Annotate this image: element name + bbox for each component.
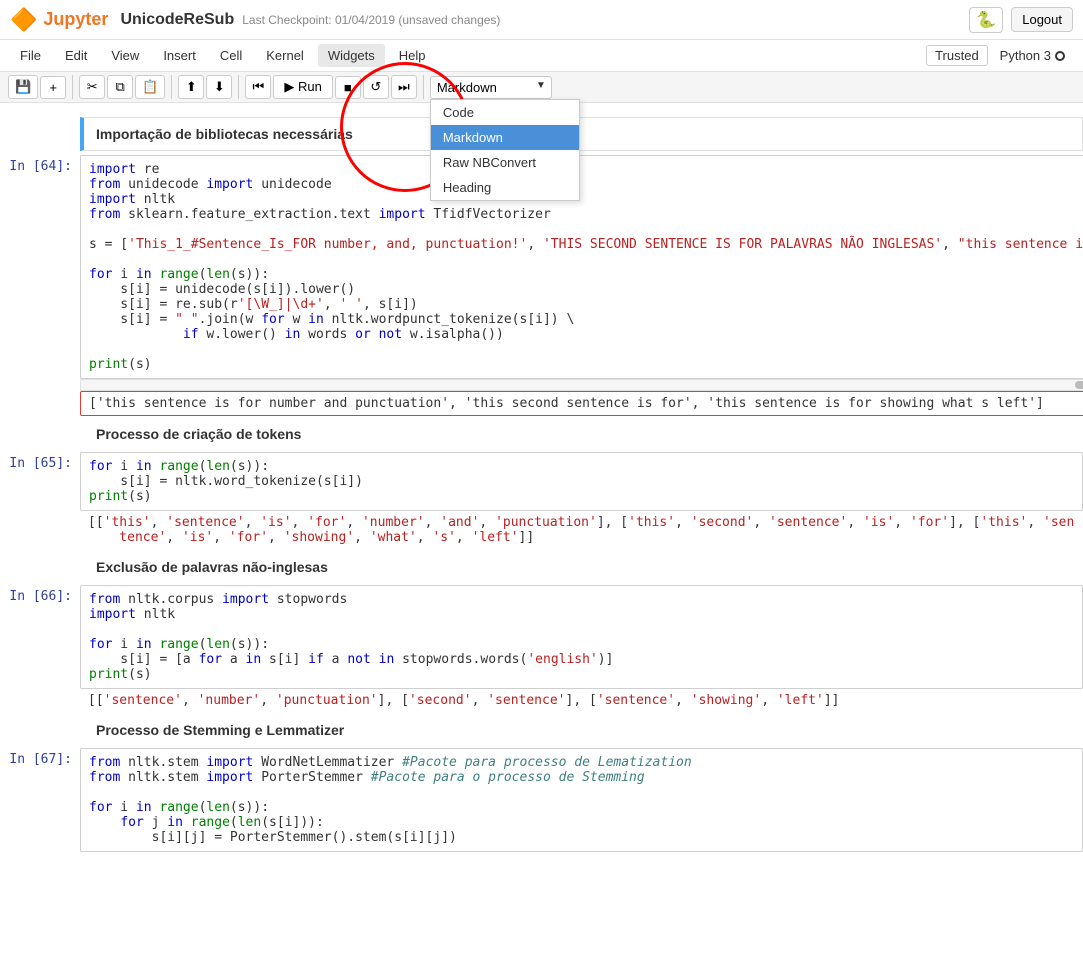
content-section-stemming: Processo de Stemming e Lemmatizer (80, 716, 1083, 744)
kernel-name: Python 3 (1000, 48, 1051, 63)
run-button[interactable]: ▶ Run (273, 75, 332, 99)
menu-view[interactable]: View (101, 44, 149, 67)
topbar-right: 🐍 Logout (969, 7, 1073, 33)
scrollbar-thumb-64 (1075, 381, 1083, 389)
cell-type-dropdown-container[interactable]: Markdown Code Raw NBConvert Heading Code… (430, 76, 552, 99)
logout-button[interactable]: Logout (1011, 7, 1073, 32)
option-markdown[interactable]: Markdown (431, 125, 579, 150)
prompt-66: In [66]: (0, 585, 80, 712)
code-box-65[interactable]: for i in range(len(s)): s[i] = nltk.word… (80, 452, 1083, 511)
option-raw-nbconvert[interactable]: Raw NBConvert (431, 150, 579, 175)
cut-button[interactable]: ✂ (79, 75, 105, 99)
prompt-65: In [65]: (0, 452, 80, 549)
prompt-section-stopwords (0, 553, 80, 581)
content-66[interactable]: from nltk.corpus import stopwords import… (80, 585, 1083, 712)
menu-insert[interactable]: Insert (153, 44, 206, 67)
restart-button[interactable]: ↺ (363, 75, 389, 99)
menubar: File Edit View Insert Cell Kernel Widget… (0, 40, 1083, 72)
move-up-button[interactable]: ⬆ (178, 75, 204, 99)
move-down-button[interactable]: ⬇ (206, 75, 232, 99)
jupyter-wordmark: Jupyter (43, 9, 108, 30)
cell-code-66: In [66]: from nltk.corpus import stopwor… (0, 585, 1083, 712)
cell-type-dropdown-menu: Code Markdown Raw NBConvert Heading (430, 99, 580, 201)
content-67[interactable]: from nltk.stem import WordNetLemmatizer … (80, 748, 1083, 852)
run-first-button[interactable]: ⏮ (245, 75, 271, 99)
python-icon-button[interactable]: 🐍 (969, 7, 1003, 33)
toolbar-separator-4 (423, 75, 424, 99)
content-section-stopwords: Exclusão de palavras não-inglesas (80, 553, 1083, 581)
menu-kernel[interactable]: Kernel (256, 44, 314, 67)
paste-button[interactable]: 📋 (135, 75, 165, 99)
kernel-info: Python 3 (992, 46, 1073, 65)
prompt-section-stemming (0, 716, 80, 744)
markdown-cell-1: Importação de bibliotecas necessárias (80, 117, 1083, 151)
copy-button[interactable]: ⧉ (107, 75, 133, 99)
menu-cell[interactable]: Cell (210, 44, 252, 67)
toolbar-separator-1 (72, 75, 73, 99)
output-65: [['this', 'sentence', 'is', 'for', 'numb… (80, 511, 1083, 549)
section-label-tokens: Processo de criação de tokens (80, 420, 1083, 448)
add-cell-button[interactable]: + (40, 76, 66, 99)
kernel-status-dot (1055, 51, 1065, 61)
cell-code-65: In [65]: for i in range(len(s)): s[i] = … (0, 452, 1083, 549)
cell-section-stopwords: Exclusão de palavras não-inglesas (0, 553, 1083, 581)
trusted-badge: Trusted (926, 45, 988, 66)
notebook: Importação de bibliotecas necessárias In… (0, 103, 1083, 866)
cell-section-tokens: Processo de criação de tokens (0, 420, 1083, 448)
option-heading[interactable]: Heading (431, 175, 579, 200)
notebook-title: UnicodeReSub (120, 11, 234, 29)
code-box-67[interactable]: from nltk.stem import WordNetLemmatizer … (80, 748, 1083, 852)
cell-prompt-markdown-1 (0, 117, 80, 151)
cell-code-67: In [67]: from nltk.stem import WordNetLe… (0, 748, 1083, 852)
content-65[interactable]: for i in range(len(s)): s[i] = nltk.word… (80, 452, 1083, 549)
topbar: 🔶 Jupyter UnicodeReSub Last Checkpoint: … (0, 0, 1083, 40)
code-box-64[interactable]: import re from unidecode import unidecod… (80, 155, 1083, 379)
section-label-stopwords: Exclusão de palavras não-inglesas (80, 553, 1083, 581)
run-all-button[interactable]: ⏭ (391, 75, 417, 99)
jupyter-icon: 🔶 (10, 7, 37, 33)
prompt-64: In [64]: (0, 155, 80, 416)
menu-help[interactable]: Help (389, 44, 436, 67)
toolbar: 💾 + ✂ ⧉ 📋 ⬆ ⬇ ⏮ ▶ Run ■ ↺ ⏭ Markdown Cod… (0, 72, 1083, 103)
option-code[interactable]: Code (431, 100, 579, 125)
jupyter-logo: 🔶 Jupyter (10, 7, 108, 33)
section-label-stemming: Processo de Stemming e Lemmatizer (80, 716, 1083, 744)
prompt-section-tokens (0, 420, 80, 448)
prompt-67: In [67]: (0, 748, 80, 852)
save-button[interactable]: 💾 (8, 75, 38, 99)
menu-widgets[interactable]: Widgets (318, 44, 385, 67)
content-section-tokens: Processo de criação de tokens (80, 420, 1083, 448)
checkpoint-info: Last Checkpoint: 01/04/2019 (unsaved cha… (242, 13, 500, 27)
menu-edit[interactable]: Edit (55, 44, 97, 67)
toolbar-separator-2 (171, 75, 172, 99)
output-66: [['sentence', 'number', 'punctuation'], … (80, 689, 1083, 712)
cell-type-select[interactable]: Markdown Code Raw NBConvert Heading (430, 76, 552, 99)
interrupt-button[interactable]: ■ (335, 76, 361, 99)
output-64: ['this sentence is for number and punctu… (80, 391, 1083, 416)
toolbar-separator-3 (238, 75, 239, 99)
menu-file[interactable]: File (10, 44, 51, 67)
scrollbar-64[interactable] (80, 379, 1083, 391)
cell-content-markdown-1[interactable]: Importação de bibliotecas necessárias (80, 117, 1083, 151)
content-64[interactable]: import re from unidecode import unidecod… (80, 155, 1083, 416)
code-box-66[interactable]: from nltk.corpus import stopwords import… (80, 585, 1083, 689)
cell-section-stemming: Processo de Stemming e Lemmatizer (0, 716, 1083, 744)
